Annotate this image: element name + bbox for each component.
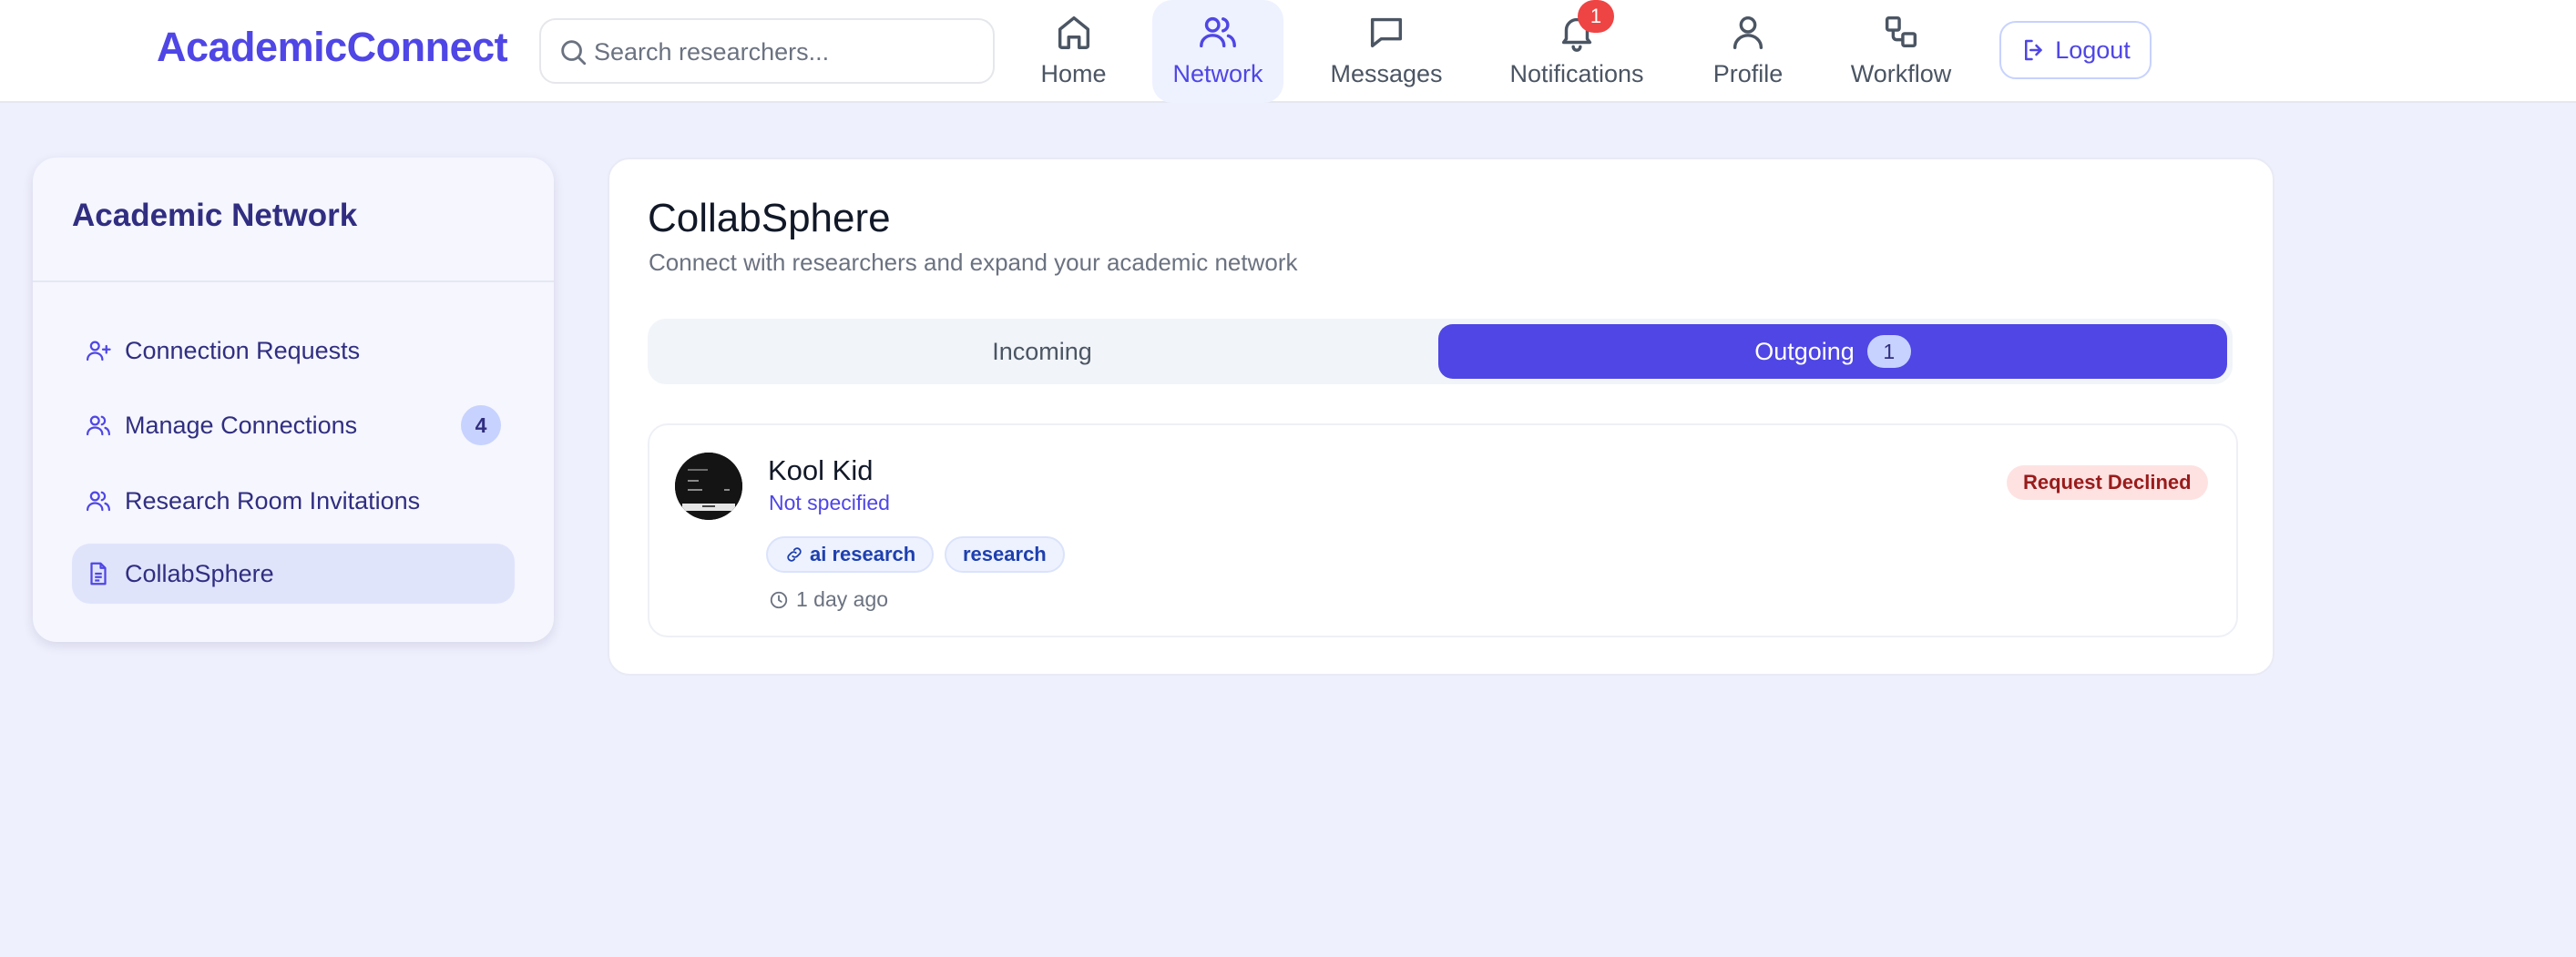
nav-messages-label: Messages xyxy=(1330,60,1443,87)
home-icon xyxy=(1058,15,1089,49)
outgoing-count-badge: 1 xyxy=(1866,335,1911,368)
users-icon xyxy=(87,415,110,436)
tag-label: ai research xyxy=(810,543,916,565)
notification-badge: 1 xyxy=(1578,0,1614,33)
sidebar-item-label: Connection Requests xyxy=(125,336,361,364)
link-icon xyxy=(787,547,802,562)
users-icon xyxy=(87,491,110,512)
collabsphere-panel: CollabSphere Connect with researchers an… xyxy=(608,158,2274,676)
sidebar: Academic Network Connection Requests Man… xyxy=(33,158,554,642)
sidebar-item-label: Research Room Invitations xyxy=(125,486,421,514)
sidebar-item-label: CollabSphere xyxy=(125,559,274,587)
request-time-label: 1 day ago xyxy=(796,587,889,611)
workflow-icon xyxy=(1885,15,1917,48)
user-plus-icon xyxy=(87,341,111,361)
nav-workflow[interactable]: Workflow xyxy=(1840,0,1962,103)
nav-profile-label: Profile xyxy=(1712,60,1784,87)
nav-home[interactable]: Home xyxy=(1016,0,1131,103)
avatar[interactable] xyxy=(675,453,742,520)
message-icon xyxy=(1370,17,1403,48)
nav-notifications-label: Notifications xyxy=(1509,60,1644,87)
sidebar-item-manage-connections[interactable]: Manage Connections 4 xyxy=(72,395,515,455)
person-name[interactable]: Kool Kid xyxy=(768,454,873,487)
clock-icon xyxy=(770,591,788,608)
top-navbar: AcademicConnect Home Network Messages No… xyxy=(0,0,2576,103)
nav-network[interactable]: Network xyxy=(1152,0,1283,103)
document-icon xyxy=(90,562,107,585)
page-title: CollabSphere xyxy=(648,196,891,240)
users-icon xyxy=(1200,16,1236,48)
request-tabs: Incoming Outgoing 1 xyxy=(648,319,2233,384)
search-box[interactable] xyxy=(539,18,995,84)
person-role: Not specified xyxy=(769,491,890,514)
user-icon xyxy=(1733,15,1763,49)
tab-outgoing[interactable]: Outgoing 1 xyxy=(1438,324,2227,379)
brand-logo[interactable]: AcademicConnect xyxy=(157,24,508,71)
sidebar-divider xyxy=(33,280,554,282)
avatar-image xyxy=(675,453,742,520)
status-badge: Request Declined xyxy=(2007,465,2208,500)
nav-network-label: Network xyxy=(1172,60,1263,87)
tag-research[interactable]: research xyxy=(945,536,1065,573)
sidebar-item-collabsphere[interactable]: CollabSphere xyxy=(72,544,515,604)
request-time: 1 day ago xyxy=(769,587,888,612)
search-input[interactable] xyxy=(594,31,976,73)
logout-button[interactable]: Logout xyxy=(1999,21,2152,79)
request-card: Kool Kid Not specified ai research resea… xyxy=(648,423,2238,637)
tab-outgoing-label: Outgoing xyxy=(1754,337,1855,365)
sidebar-title: Academic Network xyxy=(72,198,358,233)
logout-label: Logout xyxy=(2055,36,2131,64)
connections-count-badge: 4 xyxy=(461,405,501,445)
nav-profile[interactable]: Profile xyxy=(1702,0,1794,103)
nav-workflow-label: Workflow xyxy=(1850,60,1952,87)
tab-incoming[interactable]: Incoming xyxy=(648,324,1436,379)
tab-incoming-label: Incoming xyxy=(992,337,1092,365)
sidebar-item-connection-requests[interactable]: Connection Requests xyxy=(72,321,515,381)
page-subtitle: Connect with researchers and expand your… xyxy=(649,249,1298,276)
sidebar-item-research-room-invitations[interactable]: Research Room Invitations xyxy=(72,471,515,531)
logout-icon xyxy=(2025,39,2042,61)
search-icon xyxy=(561,40,587,66)
nav-messages[interactable]: Messages xyxy=(1323,0,1450,103)
tag-label: research xyxy=(963,543,1047,565)
tag-ai-research[interactable]: ai research xyxy=(766,536,935,573)
nav-notifications[interactable]: Notifications xyxy=(1499,0,1654,103)
nav-home-label: Home xyxy=(1040,60,1107,87)
sidebar-item-label: Manage Connections xyxy=(125,411,358,439)
